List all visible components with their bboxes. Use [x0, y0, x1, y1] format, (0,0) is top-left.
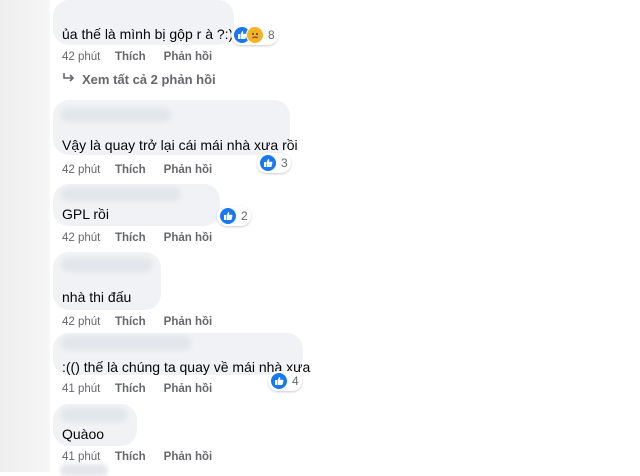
comment-meta: 42 phút Thích Phản hồi — [62, 232, 230, 244]
reply-button[interactable]: Phản hồi — [164, 451, 213, 463]
comment-bubble: GPL rồi — [53, 184, 220, 226]
reaction-count: 3 — [281, 156, 288, 170]
reaction-summary[interactable]: 8 — [231, 25, 278, 45]
comment-meta: 42 phút Thích Phản hồi — [62, 316, 230, 328]
reaction-summary[interactable]: 2 — [217, 206, 251, 226]
like-button[interactable]: Thích — [115, 451, 146, 463]
author-name-redacted — [61, 258, 153, 272]
author-name-redacted — [60, 464, 108, 476]
comment-time[interactable]: 41 phút — [62, 451, 115, 463]
comment-text: ủa thế là mình bị gộp r à ?:)) — [62, 26, 238, 42]
reply-arrow-icon — [62, 72, 76, 87]
left-panel-edge — [0, 0, 50, 472]
like-button[interactable]: Thích — [115, 316, 146, 328]
view-all-replies-link[interactable]: Xem tất cả 2 phản hồi — [62, 72, 216, 87]
reaction-count: 4 — [292, 374, 299, 388]
comment-bubble: ủa thế là mình bị gộp r à ?:)) — [53, 0, 238, 45]
like-icon — [219, 207, 237, 225]
comment-bubble: Vậy là quay trở lại cái mái nhà xưa rồi — [53, 100, 298, 155]
comment-meta: 42 phút Thích Phản hồi — [62, 51, 230, 63]
like-icon — [259, 154, 277, 172]
like-button[interactable]: Thích — [115, 383, 146, 395]
reaction-summary[interactable]: 4 — [268, 371, 302, 391]
reaction-count: 8 — [268, 28, 275, 42]
reply-button[interactable]: Phản hồi — [164, 51, 213, 63]
view-all-replies-label: Xem tất cả 2 phản hồi — [82, 72, 216, 87]
comment-text: GPL rồi — [62, 206, 109, 222]
comment-text: Quàoo — [62, 426, 105, 442]
author-name-redacted — [61, 108, 171, 122]
comment-time[interactable]: 41 phút — [62, 383, 115, 395]
like-button[interactable]: Thích — [115, 51, 146, 63]
like-button[interactable]: Thích — [115, 232, 146, 244]
reaction-count: 2 — [241, 209, 248, 223]
comment-meta: 41 phút Thích Phản hồi — [62, 383, 230, 395]
comment-bubble: :(() thế là chúng ta quay về mái nhà xưa — [53, 333, 310, 375]
comment-meta: 41 phút Thích Phản hồi — [62, 451, 230, 463]
comment-time[interactable]: 42 phút — [62, 164, 115, 176]
author-name-redacted — [61, 408, 127, 422]
sad-icon — [246, 26, 264, 44]
comment-time[interactable]: 42 phút — [62, 316, 115, 328]
comment-meta: 42 phút Thích Phản hồi — [62, 164, 230, 176]
reaction-summary[interactable]: 3 — [257, 153, 291, 173]
author-name-redacted — [61, 336, 191, 350]
author-name-redacted — [61, 187, 181, 201]
reply-button[interactable]: Phản hồi — [164, 164, 213, 176]
comment-time[interactable]: 42 phút — [62, 51, 115, 63]
reply-button[interactable]: Phản hồi — [164, 232, 213, 244]
comment-time[interactable]: 42 phút — [62, 232, 115, 244]
comment-text: Vậy là quay trở lại cái mái nhà xưa rồi — [62, 137, 298, 153]
like-button[interactable]: Thích — [115, 164, 146, 176]
comment-bubble: nhà thi đấu — [53, 252, 161, 310]
like-icon — [270, 372, 288, 390]
comment-bubble: Quàoo — [53, 404, 137, 446]
comment-text: nhà thi đấu — [62, 289, 132, 305]
reply-button[interactable]: Phản hồi — [164, 316, 213, 328]
reply-button[interactable]: Phản hồi — [164, 383, 213, 395]
